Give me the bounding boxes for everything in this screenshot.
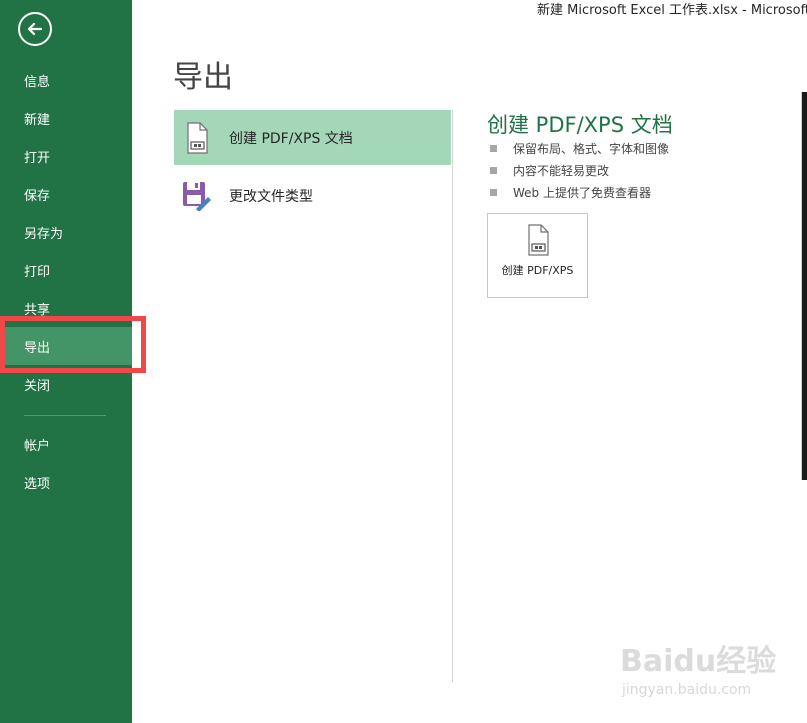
detail-title: 创建 PDF/XPS 文档	[487, 113, 673, 137]
nav-new[interactable]: 新建	[0, 99, 132, 137]
bullet-item: 保留布局、格式、字体和图像	[490, 137, 669, 159]
nav-export[interactable]: 导出	[0, 327, 132, 365]
watermark-url: jingyan.baidu.com	[622, 682, 752, 698]
nav-account-label: 帐户	[24, 438, 51, 454]
watermark-logo: Baidu经验	[620, 644, 777, 679]
nav-share[interactable]: 共享	[0, 289, 132, 327]
option-create-pdf-xps-label: 创建 PDF/XPS 文档	[229, 130, 353, 147]
bullet-item: Web 上提供了免费查看器	[490, 181, 669, 203]
back-button[interactable]	[18, 12, 52, 46]
nav-options-label: 选项	[24, 476, 51, 492]
detail-bullet-list: 保留布局、格式、字体和图像 内容不能轻易更改 Web 上提供了免费查看器	[490, 137, 669, 203]
window-title: 新建 Microsoft Excel 工作表.xlsx - Microsoft …	[537, 3, 807, 18]
bullet-text: 保留布局、格式、字体和图像	[513, 141, 670, 156]
bullet-text: 内容不能轻易更改	[513, 163, 610, 178]
nav-save-as[interactable]: 另存为	[0, 213, 132, 251]
bullet-square-icon	[490, 188, 497, 196]
page-title: 导出	[173, 60, 233, 95]
nav-close-label: 关闭	[24, 378, 51, 394]
nav-share-label: 共享	[24, 302, 51, 318]
nav-options[interactable]: 选项	[0, 463, 132, 501]
pdf-document-icon	[182, 121, 212, 155]
option-change-file-type[interactable]: 更改文件类型	[174, 168, 451, 223]
nav-print-label: 打印	[24, 264, 51, 280]
panel-divider	[452, 110, 453, 682]
create-pdf-xps-button[interactable]: 创建 PDF/XPS	[487, 213, 588, 298]
nav-print[interactable]: 打印	[0, 251, 132, 289]
nav-export-label: 导出	[24, 340, 51, 356]
nav-info[interactable]: 信息	[0, 61, 132, 99]
back-arrow-icon	[27, 22, 43, 36]
nav-close[interactable]: 关闭	[0, 365, 132, 403]
window-edge-strip	[801, 92, 807, 480]
save-file-type-icon	[182, 179, 212, 213]
nav-save[interactable]: 保存	[0, 175, 132, 213]
nav-open-label: 打开	[24, 150, 51, 166]
backstage-sidebar: 信息 新建 打开 保存 另存为 打印 共享 导出 关闭 帐户 选项	[0, 0, 132, 723]
nav-save-label: 保存	[24, 188, 51, 204]
nav-info-label: 信息	[24, 74, 51, 90]
option-change-file-type-label: 更改文件类型	[229, 188, 313, 205]
pdf-document-icon	[526, 224, 550, 256]
sidebar-divider	[24, 415, 106, 416]
bullet-item: 内容不能轻易更改	[490, 159, 669, 181]
create-pdf-xps-button-label: 创建 PDF/XPS	[501, 264, 574, 277]
nav-save-as-label: 另存为	[24, 226, 64, 242]
bullet-square-icon	[490, 144, 497, 152]
nav-account[interactable]: 帐户	[0, 425, 132, 463]
nav-open[interactable]: 打开	[0, 137, 132, 175]
option-create-pdf-xps[interactable]: 创建 PDF/XPS 文档	[174, 110, 451, 165]
bullet-square-icon	[490, 166, 497, 174]
bullet-text: Web 上提供了免费查看器	[513, 185, 651, 200]
nav-new-label: 新建	[24, 112, 51, 128]
